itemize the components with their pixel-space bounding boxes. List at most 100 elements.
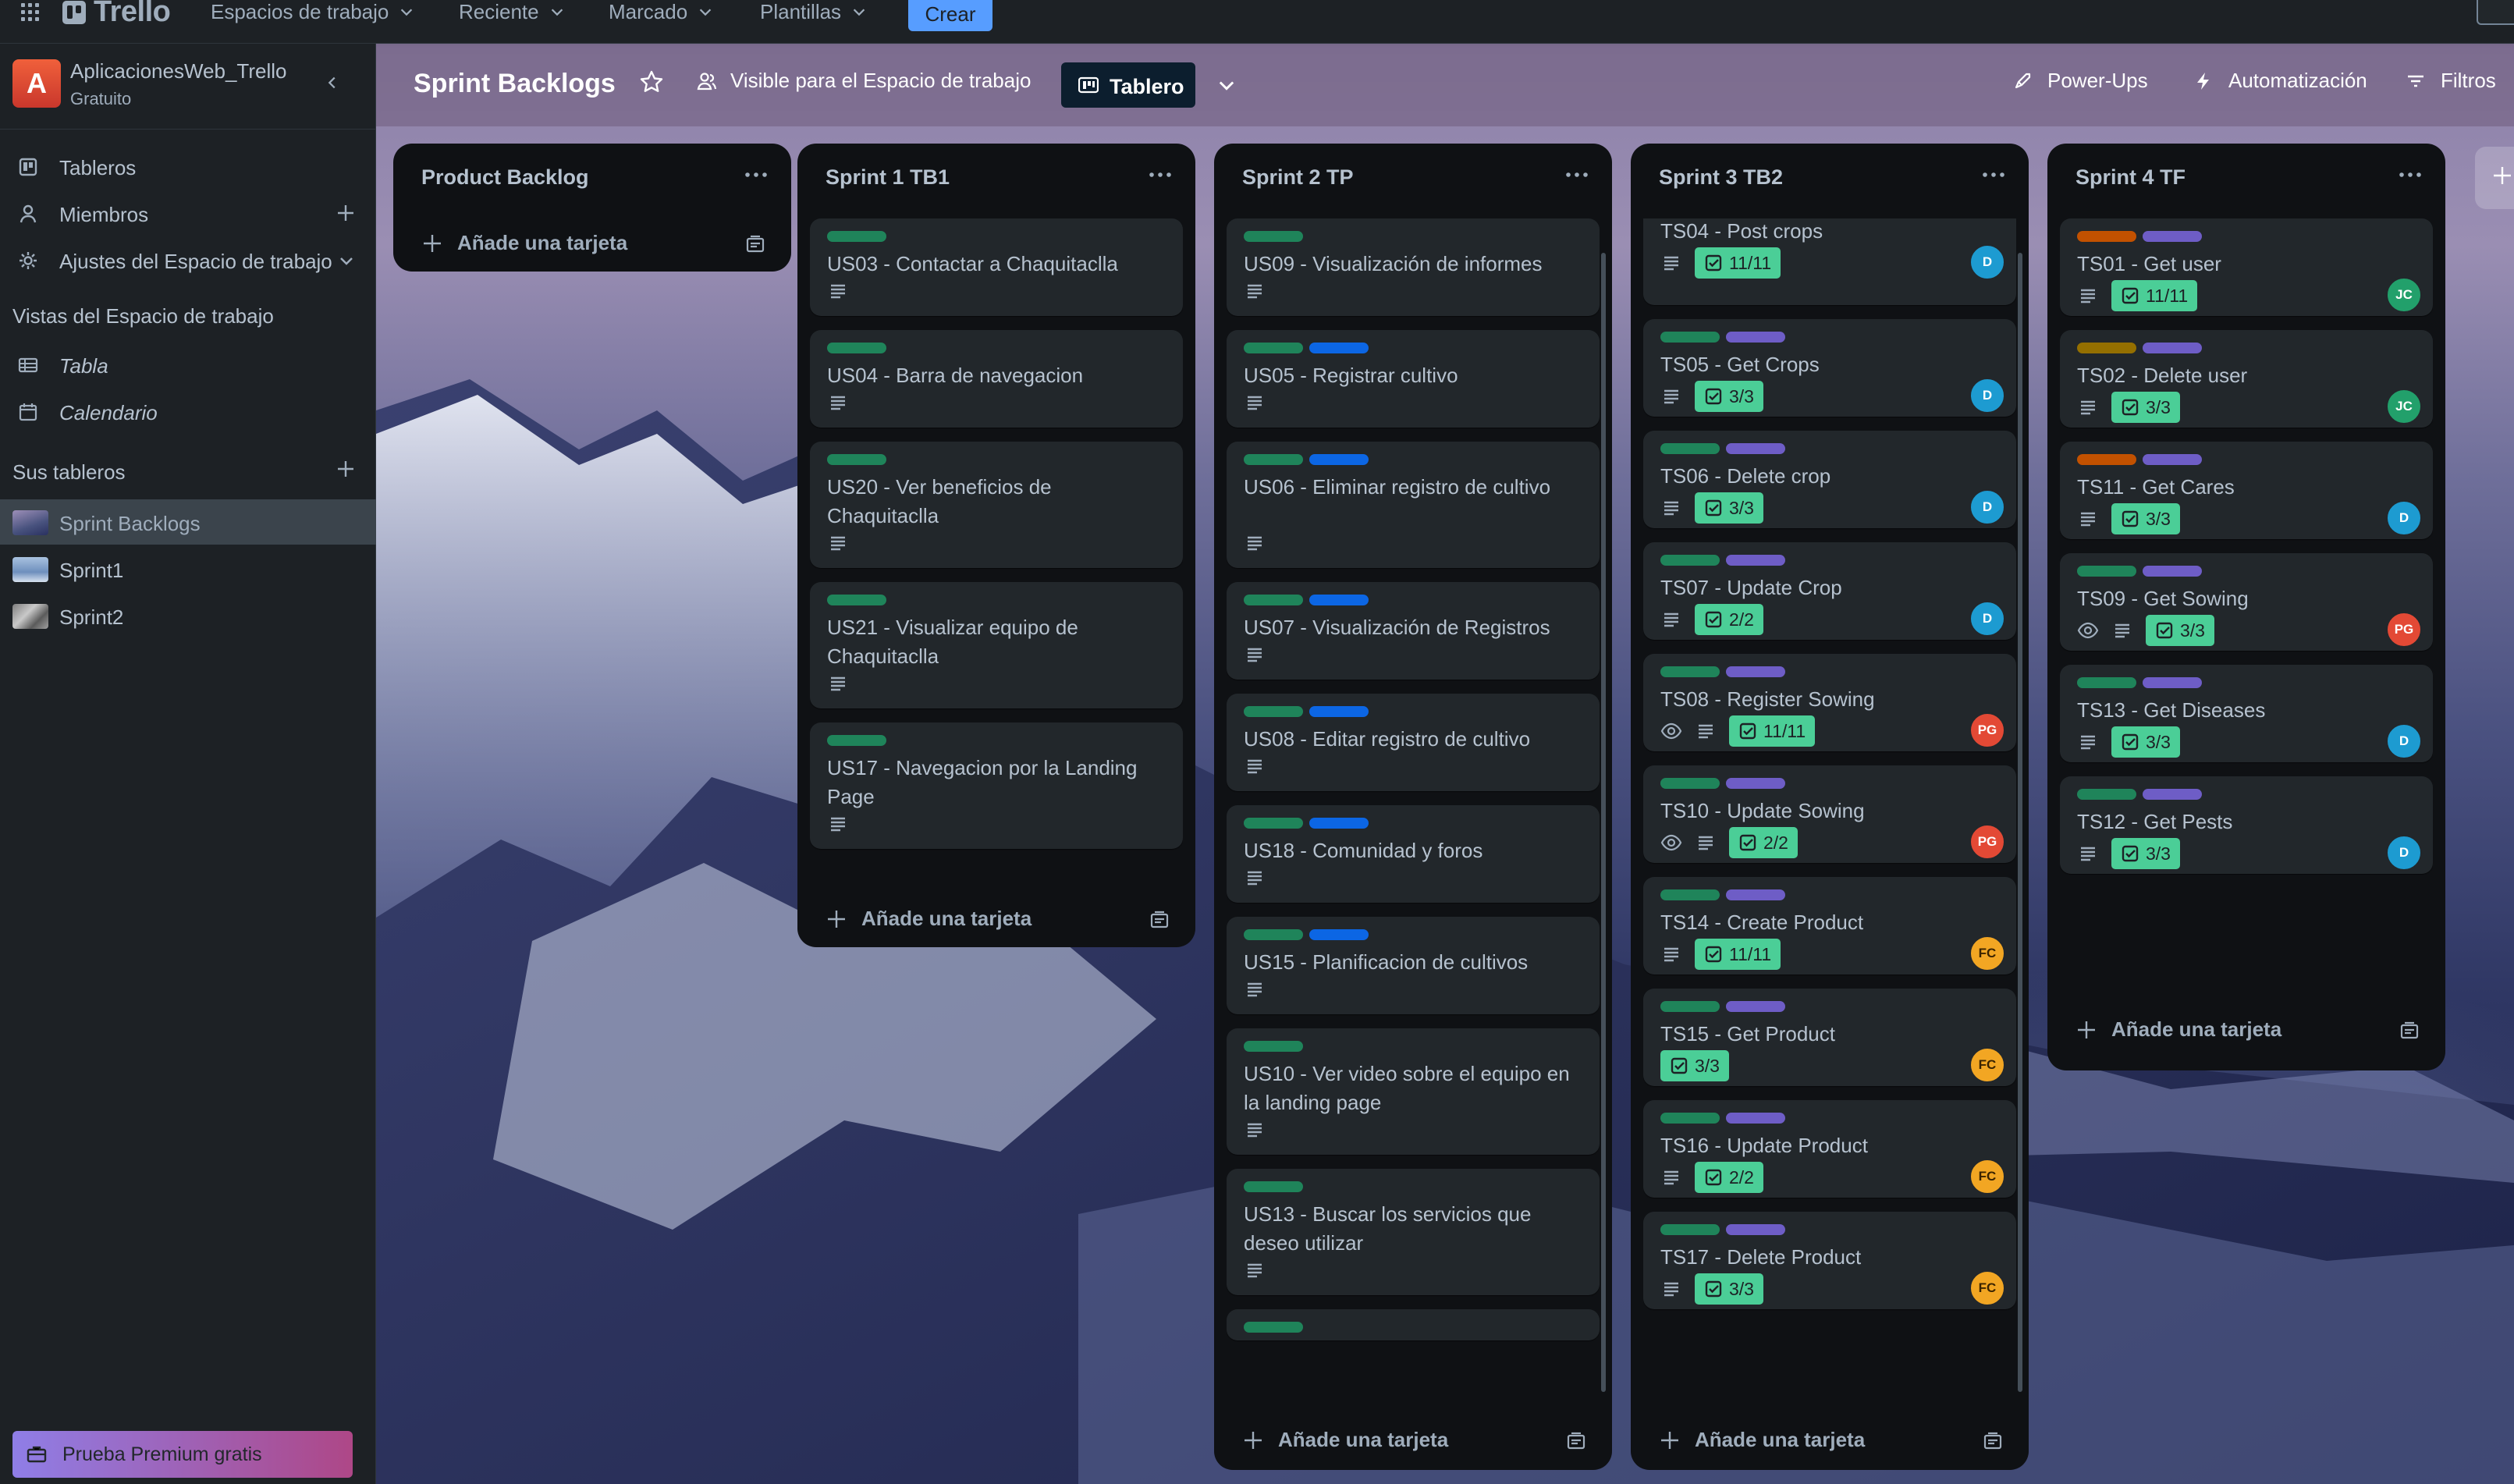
label-green[interactable] — [2077, 677, 2136, 688]
card[interactable]: TS01 - Get user 11/11 JC — [2060, 218, 2433, 316]
board-title[interactable]: Sprint Backlogs — [414, 69, 616, 99]
label-purple[interactable] — [1726, 332, 1785, 343]
member-avatar[interactable]: D — [2386, 835, 2422, 871]
member-avatar[interactable]: D — [1969, 244, 2005, 280]
card[interactable]: TS05 - Get Crops 3/3 D — [1643, 319, 2016, 417]
card[interactable]: TS13 - Get Diseases 3/3 D — [2060, 665, 2433, 762]
create-button[interactable]: Crear — [908, 0, 992, 31]
card[interactable]: US08 - Editar registro de cultivo — [1227, 694, 1600, 791]
sidebar-board-sprint1[interactable]: Sprint1 — [0, 546, 376, 591]
list-title[interactable]: Sprint 4 TF — [2075, 165, 2186, 190]
label-purple[interactable] — [2143, 566, 2202, 577]
card[interactable]: US09 - Visualización de informes — [1227, 218, 1600, 316]
workspace-name[interactable]: AplicacionesWeb_Trello — [70, 59, 286, 83]
label-green[interactable] — [1660, 778, 1720, 789]
label-orange[interactable] — [2077, 231, 2136, 242]
sidebar-board-sprint-backlogs[interactable]: Sprint Backlogs — [0, 499, 376, 545]
premium-trial-button[interactable]: Prueba Premium gratis — [12, 1431, 353, 1478]
label-green[interactable] — [1660, 332, 1720, 343]
label-purple[interactable] — [1726, 1001, 1785, 1012]
card[interactable]: US17 - Navegacion por la Landing Page — [810, 722, 1183, 849]
search-input[interactable] — [2477, 0, 2514, 25]
label-green[interactable] — [1660, 1113, 1720, 1124]
sidebar-item-table-view[interactable]: Tabla — [0, 343, 376, 387]
label-green[interactable] — [827, 454, 886, 465]
label-purple[interactable] — [1726, 778, 1785, 789]
label-green[interactable] — [1660, 443, 1720, 454]
sidebar-item-boards[interactable]: Tableros — [0, 145, 376, 189]
automation-button[interactable]: Automatización — [2193, 69, 2367, 93]
create-from-template-icon[interactable] — [1149, 908, 1170, 930]
list-actions-icon[interactable] — [1147, 167, 1174, 183]
label-green[interactable] — [1660, 1224, 1720, 1235]
sidebar-item-calendar-view[interactable]: Calendario — [0, 390, 376, 434]
label-purple[interactable] — [1726, 1113, 1785, 1124]
label-purple[interactable] — [1726, 889, 1785, 900]
card[interactable]: US13 - Buscar los servicios que deseo ut… — [1227, 1169, 1600, 1295]
member-avatar[interactable]: PG — [1969, 824, 2005, 860]
sidebar-board-sprint2[interactable]: Sprint2 — [0, 593, 376, 638]
app-switcher-icon[interactable] — [19, 3, 42, 27]
menu-workspaces[interactable]: Espacios de trabajo — [211, 0, 415, 23]
card[interactable]: US18 - Comunidad y foros — [1227, 805, 1600, 903]
label-green[interactable] — [1244, 454, 1303, 465]
label-green[interactable] — [827, 231, 886, 242]
card[interactable]: TS15 - Get Product 3/3 FC — [1643, 989, 2016, 1086]
card[interactable]: TS16 - Update Product 2/2 FC — [1643, 1100, 2016, 1198]
card[interactable]: TS14 - Create Product 11/11 FC — [1643, 877, 2016, 975]
label-purple[interactable] — [2143, 789, 2202, 800]
card[interactable]: TS08 - Register Sowing 11/11 PG — [1643, 654, 2016, 751]
visibility-button[interactable]: Visible para el Espacio de trabajo — [696, 69, 1031, 93]
card[interactable]: TS10 - Update Sowing 2/2 PG — [1643, 765, 2016, 863]
list-title[interactable]: Sprint 3 TB2 — [1659, 165, 1783, 190]
member-avatar[interactable]: D — [2386, 723, 2422, 759]
board-view-button[interactable]: Tablero — [1061, 62, 1195, 108]
card[interactable]: US03 - Contactar a Chaquitaclla — [810, 218, 1183, 316]
label-green[interactable] — [1660, 889, 1720, 900]
menu-starred[interactable]: Marcado — [609, 0, 714, 23]
member-avatar[interactable]: FC — [1969, 935, 2005, 971]
collapse-sidebar-button[interactable] — [315, 66, 350, 100]
label-green[interactable] — [1660, 1001, 1720, 1012]
label-green[interactable] — [2077, 566, 2136, 577]
label-blue[interactable] — [1309, 706, 1369, 717]
label-purple[interactable] — [2143, 231, 2202, 242]
label-green[interactable] — [1244, 929, 1303, 940]
card[interactable]: US15 - Planificacion de cultivos — [1227, 917, 1600, 1014]
list-title[interactable]: Product Backlog — [421, 165, 589, 190]
card[interactable]: TS02 - Delete user 3/3 JC — [2060, 330, 2433, 428]
member-avatar[interactable]: D — [2386, 500, 2422, 536]
card[interactable]: TS07 - Update Crop 2/2 D — [1643, 542, 2016, 640]
member-avatar[interactable]: D — [1969, 489, 2005, 525]
label-green[interactable] — [1244, 706, 1303, 717]
card[interactable]: US20 - Ver beneficios de Chaquitaclla — [810, 442, 1183, 568]
sidebar-item-members[interactable]: Miembros — [0, 192, 376, 236]
add-card-button[interactable]: Añade una tarjeta — [1242, 1428, 1448, 1452]
list-scrollbar[interactable] — [2018, 253, 2022, 1392]
label-yellow[interactable] — [2077, 343, 2136, 353]
card[interactable]: US07 - Visualización de Registros — [1227, 582, 1600, 680]
label-blue[interactable] — [1309, 929, 1369, 940]
label-green[interactable] — [1244, 1322, 1303, 1333]
member-avatar[interactable]: PG — [2386, 612, 2422, 648]
card[interactable]: TS11 - Get Cares 3/3 D — [2060, 442, 2433, 539]
menu-templates[interactable]: Plantillas — [760, 0, 868, 23]
trello-logo[interactable]: Trello — [62, 0, 171, 29]
add-list-button[interactable] — [2475, 147, 2514, 209]
list-actions-icon[interactable] — [743, 167, 769, 183]
card[interactable]: US21 - Visualizar equipo de Chaquitaclla — [810, 582, 1183, 708]
label-green[interactable] — [827, 735, 886, 746]
create-from-template-icon[interactable] — [1982, 1429, 2004, 1451]
list-actions-icon[interactable] — [1980, 167, 2007, 183]
list-actions-icon[interactable] — [2397, 167, 2423, 183]
member-avatar[interactable]: JC — [2386, 389, 2422, 424]
label-purple[interactable] — [2143, 677, 2202, 688]
label-blue[interactable] — [1309, 595, 1369, 605]
label-green[interactable] — [1244, 231, 1303, 242]
label-purple[interactable] — [1726, 555, 1785, 566]
filters-button[interactable]: Filtros — [2405, 69, 2496, 93]
card[interactable]: US04 - Barra de navegacion — [810, 330, 1183, 428]
label-green[interactable] — [2077, 789, 2136, 800]
create-from-template-icon[interactable] — [744, 233, 766, 254]
label-green[interactable] — [827, 343, 886, 353]
